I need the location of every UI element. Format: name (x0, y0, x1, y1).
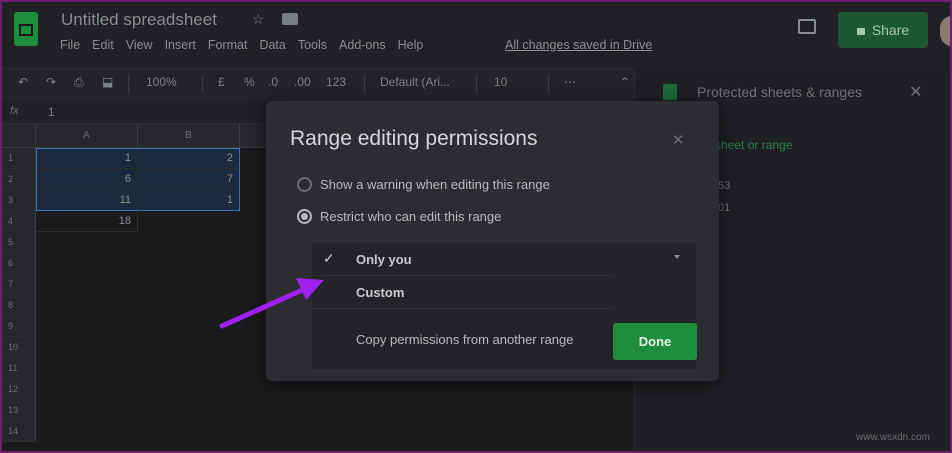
cell-b1[interactable]: 2 (138, 148, 240, 169)
share-button[interactable]: Share (838, 12, 928, 48)
decrease-decimal-button[interactable]: .0 (268, 75, 278, 89)
formula-value[interactable]: 1 (48, 105, 55, 119)
toolbar-divider (202, 75, 203, 93)
dropdown-option-custom[interactable]: Custom (312, 276, 612, 309)
fx-icon: fx (10, 105, 19, 117)
increase-decimal-button[interactable]: .00 (294, 75, 311, 89)
font-size-select[interactable]: 10 (494, 75, 507, 89)
avatar[interactable] (940, 16, 950, 46)
radio-unchecked-icon[interactable] (297, 177, 312, 192)
number-format-select[interactable]: 123 (326, 75, 346, 89)
paint-format-icon[interactable]: ⬓ (102, 75, 113, 89)
column-header-a[interactable]: A (36, 124, 138, 148)
toolbar-divider (476, 75, 477, 93)
cell-a2[interactable]: 6 (36, 169, 138, 190)
option-restrict[interactable]: Restrict who can edit this range (297, 209, 501, 224)
menu-bar: File Edit View Insert Format Data Tools … (60, 38, 423, 52)
checkmark-icon: ✓ (323, 250, 335, 266)
save-status-link[interactable]: All changes saved in Drive (505, 38, 652, 52)
sheets-logo-icon[interactable] (14, 12, 38, 46)
menu-addons[interactable]: Add-ons (339, 38, 386, 52)
range-permissions-dialog: Range editing permissions ✕ Show a warni… (266, 101, 719, 381)
row-header[interactable]: 6 (2, 253, 36, 274)
cell-a3[interactable]: 11 (36, 190, 138, 211)
row-header[interactable]: 11 (2, 358, 36, 379)
row-header[interactable]: 7 (2, 274, 36, 295)
done-button[interactable]: Done (613, 323, 697, 360)
add-sheet-or-range-link[interactable]: sheet or range (715, 138, 792, 152)
app-header: Untitled spreadsheet ☆ File Edit View In… (2, 2, 950, 68)
print-icon[interactable]: ⎙ (74, 75, 84, 90)
dropdown-option-label: Custom (356, 285, 405, 300)
option-show-warning[interactable]: Show a warning when editing this range (297, 177, 550, 192)
font-select[interactable]: Default (Ari... (380, 75, 450, 89)
share-label: Share (871, 22, 910, 38)
copy-permissions-option[interactable]: Copy permissions from another range (356, 332, 574, 347)
close-icon[interactable]: ✕ (672, 131, 685, 149)
percent-format-button[interactable]: % (244, 75, 255, 89)
row-header[interactable]: 5 (2, 232, 36, 253)
dropdown-option-label: Only you (356, 252, 412, 267)
folder-icon[interactable] (282, 13, 298, 25)
radio-checked-icon[interactable] (297, 209, 312, 224)
column-header-b[interactable]: B (138, 124, 240, 148)
option-show-warning-label: Show a warning when editing this range (320, 177, 550, 192)
row-header[interactable]: 3 (2, 190, 36, 211)
watermark: www.wsxdn.com (856, 432, 930, 443)
menu-data[interactable]: Data (259, 38, 285, 52)
zoom-select[interactable]: 100% (146, 75, 177, 89)
chevron-down-icon[interactable] (674, 255, 680, 259)
row-header[interactable]: 14 (2, 421, 36, 442)
menu-view[interactable]: View (126, 38, 153, 52)
row-header[interactable]: 1 (2, 148, 36, 169)
cell-b2[interactable]: 7 (138, 169, 240, 190)
menu-edit[interactable]: Edit (92, 38, 114, 52)
redo-icon[interactable]: ↷ (46, 75, 56, 89)
option-restrict-label: Restrict who can edit this range (320, 209, 502, 224)
row-header[interactable]: 4 (2, 211, 36, 232)
row-header[interactable]: 10 (2, 337, 36, 358)
cell-a1[interactable]: 1 (36, 148, 138, 169)
comment-icon[interactable] (798, 19, 816, 34)
cell-b3[interactable]: 1 (138, 190, 240, 211)
undo-icon[interactable]: ↶ (18, 75, 28, 89)
dialog-title: Range editing permissions (290, 127, 538, 150)
star-icon[interactable]: ☆ (252, 11, 265, 28)
toolbar-divider (548, 75, 549, 93)
menu-help[interactable]: Help (398, 38, 424, 52)
cell-a4[interactable]: 18 (36, 211, 138, 232)
row-header[interactable]: 2 (2, 169, 36, 190)
dropdown-option-only-you[interactable]: ✓ Only you (312, 243, 612, 276)
select-all-corner[interactable] (2, 124, 36, 148)
lock-icon (856, 27, 865, 35)
menu-insert[interactable]: Insert (165, 38, 196, 52)
toolbar-divider (364, 75, 365, 93)
protected-range-icon (663, 84, 677, 100)
row-header[interactable]: 12 (2, 379, 36, 400)
currency-format-button[interactable]: £ (218, 75, 225, 89)
row-header[interactable]: 8 (2, 295, 36, 316)
toolbar-divider (128, 75, 129, 93)
panel-title: Protected sheets & ranges (697, 84, 862, 100)
close-icon[interactable]: ✕ (909, 82, 922, 102)
collapse-toolbar-icon[interactable]: ⌃ (620, 75, 630, 89)
menu-file[interactable]: File (60, 38, 80, 52)
menu-tools[interactable]: Tools (298, 38, 327, 52)
row-header[interactable]: 9 (2, 316, 36, 337)
document-title[interactable]: Untitled spreadsheet (61, 10, 217, 30)
menu-format[interactable]: Format (208, 38, 248, 52)
more-icon[interactable]: ⋯ (564, 75, 576, 89)
row-header[interactable]: 13 (2, 400, 36, 421)
